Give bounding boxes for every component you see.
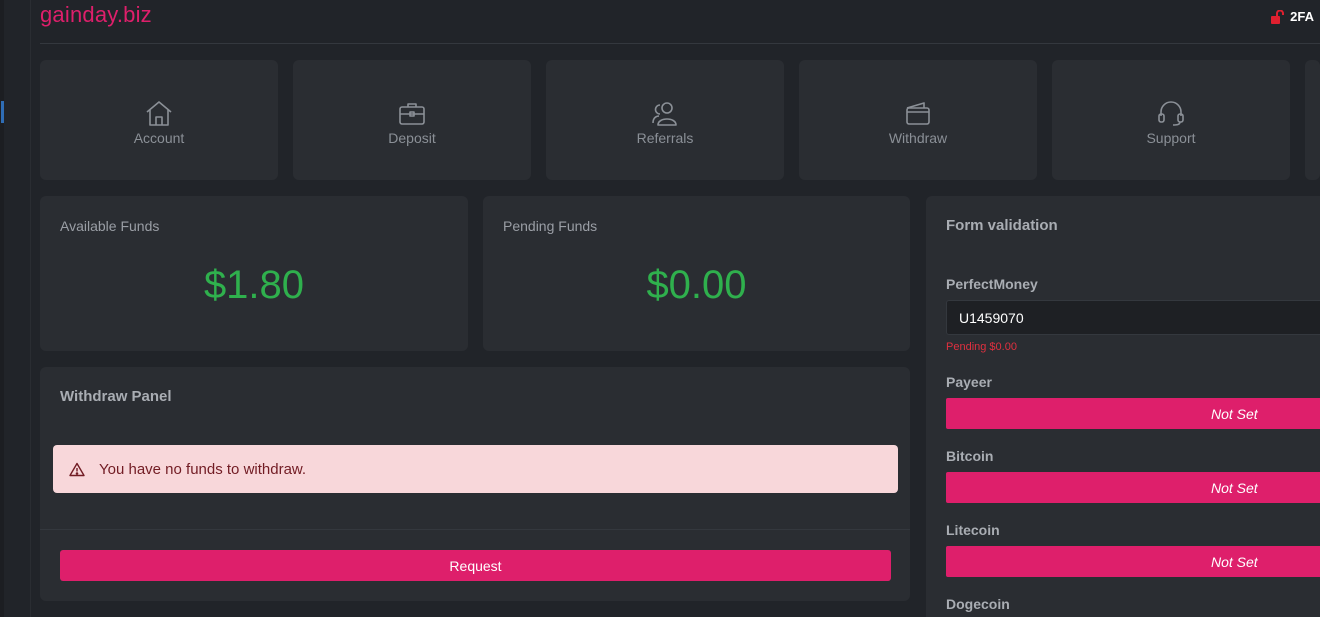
- perfectmoney-label: PerfectMoney: [946, 276, 1038, 292]
- withdraw-panel: Withdraw Panel You have no funds to with…: [40, 367, 910, 601]
- tile-partial[interactable]: [1305, 60, 1320, 180]
- wallet-icon: [903, 95, 933, 130]
- top-bar: gainday.biz 2FA: [40, 0, 1320, 44]
- payeer-not-set-button[interactable]: Not Set: [946, 398, 1320, 429]
- withdraw-panel-title: Withdraw Panel: [60, 388, 172, 405]
- briefcase-icon: [397, 95, 427, 130]
- tile-label: Account: [133, 129, 185, 146]
- tile-label: Withdraw: [888, 129, 948, 146]
- tile-support[interactable]: Support: [1052, 60, 1290, 180]
- twofa-link[interactable]: 2FA: [1270, 9, 1314, 24]
- request-button[interactable]: Request: [60, 550, 891, 581]
- home-icon: [144, 95, 174, 130]
- perfectmoney-pending: Pending $0.00: [946, 341, 1017, 353]
- bitcoin-label: Bitcoin: [946, 448, 994, 464]
- tile-deposit[interactable]: Deposit: [293, 60, 531, 180]
- panel-divider: [40, 529, 910, 530]
- tile-label: Deposit: [388, 129, 436, 146]
- tile-referrals[interactable]: Referrals: [546, 60, 784, 180]
- bitcoin-not-set-button[interactable]: Not Set: [946, 472, 1320, 503]
- no-funds-alert: You have no funds to withdraw.: [53, 445, 898, 493]
- brand-logo[interactable]: gainday.biz: [40, 2, 152, 28]
- pending-funds-label: Pending Funds: [503, 218, 598, 234]
- available-funds-amount: $1.80: [203, 263, 305, 307]
- litecoin-not-set-button[interactable]: Not Set: [946, 546, 1320, 577]
- tile-label: Support: [1146, 129, 1196, 146]
- tile-withdraw[interactable]: Withdraw: [799, 60, 1037, 180]
- users-icon: [650, 95, 680, 130]
- litecoin-label: Litecoin: [946, 522, 1000, 538]
- left-edge: [0, 0, 4, 617]
- perfectmoney-input[interactable]: [946, 300, 1320, 335]
- form-validation-title: Form validation: [946, 217, 1058, 234]
- pending-funds-amount: $0.00: [646, 263, 747, 307]
- payeer-label: Payeer: [946, 374, 992, 390]
- unlocked-lock-icon: [1270, 9, 1286, 24]
- form-validation-card: Form validation PerfectMoney Pending $0.…: [926, 196, 1320, 617]
- edge-marker: [1, 101, 4, 123]
- available-funds-label: Available Funds: [60, 218, 160, 234]
- headset-icon: [1156, 95, 1186, 130]
- twofa-label: 2FA: [1290, 9, 1314, 24]
- tile-account[interactable]: Account: [40, 60, 278, 180]
- dogecoin-label: Dogecoin: [946, 596, 1010, 612]
- available-funds-card: Available Funds $1.80: [40, 196, 468, 351]
- pending-funds-card: Pending Funds $0.00: [483, 196, 910, 351]
- tile-label: Referrals: [636, 129, 694, 146]
- warning-triangle-icon: [69, 462, 99, 477]
- vertical-divider: [30, 0, 31, 617]
- alert-text: You have no funds to withdraw.: [99, 460, 307, 478]
